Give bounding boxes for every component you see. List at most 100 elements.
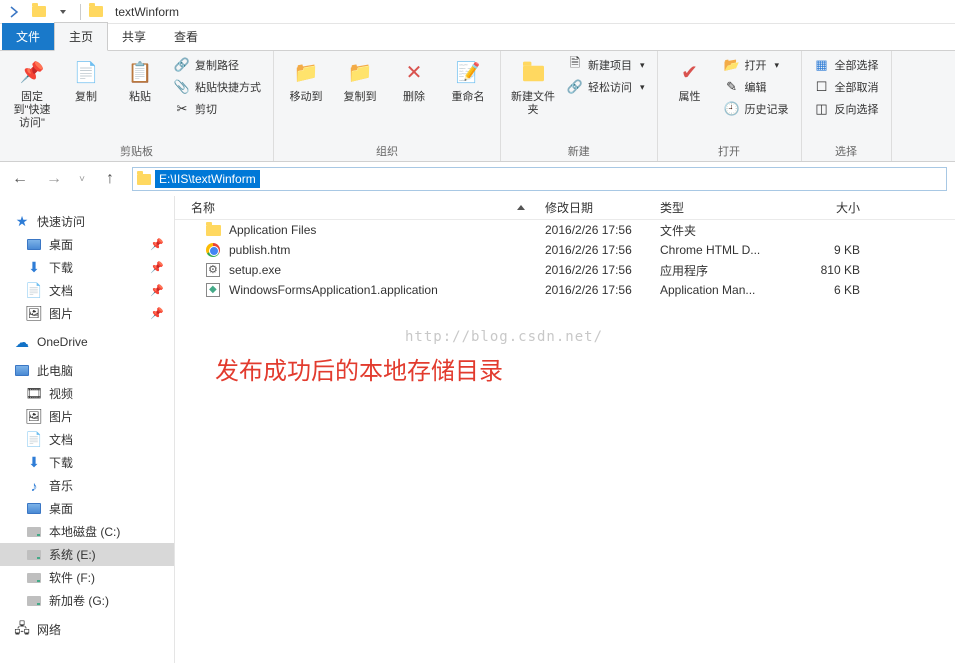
tab-home[interactable]: 主页 <box>54 22 108 51</box>
history-button[interactable]: 🕘历史记录 <box>720 99 793 119</box>
drive-icon <box>26 547 42 563</box>
edit-icon: ✎ <box>724 79 740 95</box>
annotation-text: 发布成功后的本地存储目录 <box>215 351 503 386</box>
sidebar-drive-e[interactable]: 系统 (E:) <box>0 543 174 566</box>
address-bar[interactable]: E:\IIS\textWinform <box>132 167 947 191</box>
sidebar-quickaccess[interactable]: ★快速访问 <box>0 210 174 233</box>
cut-button[interactable]: ✂剪切 <box>170 99 265 119</box>
delete-button[interactable]: ✕ 删除 <box>390 55 438 108</box>
copypath-button[interactable]: 🔗复制路径 <box>170 55 265 75</box>
ribbon-group-select: ▦全部选择 ☐全部取消 ◫反向选择 选择 <box>802 51 892 161</box>
file-row[interactable]: WindowsFormsApplication1.application 201… <box>175 280 955 300</box>
back-button[interactable]: ← <box>8 167 32 191</box>
tab-view[interactable]: 查看 <box>160 23 212 50</box>
moveto-button[interactable]: 📁 移动到 <box>282 55 330 108</box>
properties-button[interactable]: ✔ 属性 <box>666 55 714 108</box>
pictures-icon: 🖼 <box>26 409 42 425</box>
newfolder-button[interactable]: 新建文件夹 <box>509 55 557 121</box>
ribbon-group-new: 新建文件夹 🗎新建项目▾ 🔗轻松访问▾ 新建 <box>501 51 658 161</box>
chrome-icon <box>205 242 221 258</box>
folder-icon[interactable] <box>28 2 50 22</box>
invert-icon: ◫ <box>814 101 830 117</box>
up-button[interactable]: ↑ <box>98 167 122 191</box>
easyaccess-button[interactable]: 🔗轻松访问▾ <box>563 77 649 97</box>
address-path[interactable]: E:\IIS\textWinform <box>155 170 260 188</box>
file-row[interactable]: publish.htm 2016/2/26 17:56 Chrome HTML … <box>175 240 955 260</box>
pin-label: 固定到"快速访问" <box>10 91 54 131</box>
title-bar: textWinform <box>0 0 955 24</box>
easyaccess-icon: 🔗 <box>567 79 583 95</box>
selectall-button[interactable]: ▦全部选择 <box>810 55 883 75</box>
drive-icon <box>26 524 42 540</box>
copypath-icon: 🔗 <box>174 57 190 73</box>
sidebar-drive-c[interactable]: 本地磁盘 (C:) <box>0 520 174 543</box>
sidebar-onedrive[interactable]: ☁OneDrive <box>0 331 174 353</box>
documents-icon: 📄 <box>26 432 42 448</box>
sidebar-desktop[interactable]: 桌面📌 <box>0 233 174 256</box>
clipboard-group-label: 剪贴板 <box>8 141 265 159</box>
open-button[interactable]: 📂打开▾ <box>720 55 793 75</box>
select-group-label: 选择 <box>810 141 883 159</box>
navigation-pane[interactable]: ★快速访问 桌面📌 ⬇下载📌 📄文档📌 🖼图片📌 ☁OneDrive 此电脑 🎞… <box>0 196 175 663</box>
tab-share[interactable]: 共享 <box>108 23 160 50</box>
sidebar-downloads[interactable]: ⬇下载📌 <box>0 256 174 279</box>
qat-right-arrow[interactable] <box>4 2 26 22</box>
folder-icon <box>205 222 221 238</box>
exe-icon <box>205 262 221 278</box>
sidebar-network[interactable]: 🖧网络 <box>0 618 174 641</box>
sidebar-thispc[interactable]: 此电脑 <box>0 359 174 382</box>
pictures-icon: 🖼 <box>26 306 42 322</box>
column-headers: 名称 修改日期 类型 大小 <box>175 196 955 220</box>
newitem-icon: 🗎 <box>567 57 583 73</box>
col-type[interactable]: 类型 <box>660 199 790 216</box>
window-title: textWinform <box>115 5 179 19</box>
col-date[interactable]: 修改日期 <box>545 199 660 216</box>
ribbon-tabs: 文件 主页 共享 查看 <box>0 24 955 50</box>
address-folder-icon <box>133 174 155 185</box>
recent-dropdown[interactable]: ˅ <box>76 167 88 191</box>
sidebar-pictures[interactable]: 🖼图片📌 <box>0 302 174 325</box>
pasteshortcut-button[interactable]: 📎粘贴快捷方式 <box>170 77 265 97</box>
sort-asc-icon <box>517 205 525 210</box>
sidebar-drive-g[interactable]: 新加卷 (G:) <box>0 589 174 612</box>
application-icon <box>205 282 221 298</box>
qat-customize-icon[interactable] <box>52 2 74 22</box>
sidebar-drive-f[interactable]: 软件 (F:) <box>0 566 174 589</box>
file-row[interactable]: setup.exe 2016/2/26 17:56 应用程序 810 KB <box>175 260 955 280</box>
paste-icon: 📋 <box>126 59 154 87</box>
invert-button[interactable]: ◫反向选择 <box>810 99 883 119</box>
paste-button[interactable]: 📋 粘贴 <box>116 55 164 108</box>
sidebar-music[interactable]: ♪音乐 <box>0 474 174 497</box>
rename-button[interactable]: 📝 重命名 <box>444 55 492 108</box>
sidebar-desktop2[interactable]: 桌面 <box>0 497 174 520</box>
selectall-icon: ▦ <box>814 57 830 73</box>
sidebar-pictures2[interactable]: 🖼图片 <box>0 405 174 428</box>
sidebar-videos[interactable]: 🎞视频 <box>0 382 174 405</box>
history-icon: 🕘 <box>724 101 740 117</box>
sidebar-documents2[interactable]: 📄文档 <box>0 428 174 451</box>
edit-button[interactable]: ✎编辑 <box>720 77 793 97</box>
file-list-pane: 名称 修改日期 类型 大小 Application Files 2016/2/2… <box>175 196 955 663</box>
col-size[interactable]: 大小 <box>790 199 870 216</box>
pin-icon: 📌 <box>150 307 164 320</box>
copyto-button[interactable]: 📁 复制到 <box>336 55 384 108</box>
ribbon-group-organize: 📁 移动到 📁 复制到 ✕ 删除 📝 重命名 组织 <box>274 51 501 161</box>
sidebar-downloads2[interactable]: ⬇下载 <box>0 451 174 474</box>
col-name[interactable]: 名称 <box>175 199 545 216</box>
tab-file[interactable]: 文件 <box>2 23 54 50</box>
pin-icon: 📌 <box>18 59 46 87</box>
watermark-text: http://blog.csdn.net/ <box>405 329 603 345</box>
file-row[interactable]: Application Files 2016/2/26 17:56 文件夹 <box>175 220 955 240</box>
copyto-icon: 📁 <box>346 59 374 87</box>
videos-icon: 🎞 <box>26 386 42 402</box>
desktop-icon <box>26 237 42 253</box>
forward-button[interactable]: → <box>42 167 66 191</box>
selectnone-button[interactable]: ☐全部取消 <box>810 77 883 97</box>
star-icon: ★ <box>14 214 30 230</box>
sidebar-documents[interactable]: 📄文档📌 <box>0 279 174 302</box>
pin-quickaccess-button[interactable]: 📌 固定到"快速访问" <box>8 55 56 135</box>
rename-icon: 📝 <box>454 59 482 87</box>
copy-button[interactable]: 📄 复制 <box>62 55 110 108</box>
newitem-button[interactable]: 🗎新建项目▾ <box>563 55 649 75</box>
moveto-icon: 📁 <box>292 59 320 87</box>
